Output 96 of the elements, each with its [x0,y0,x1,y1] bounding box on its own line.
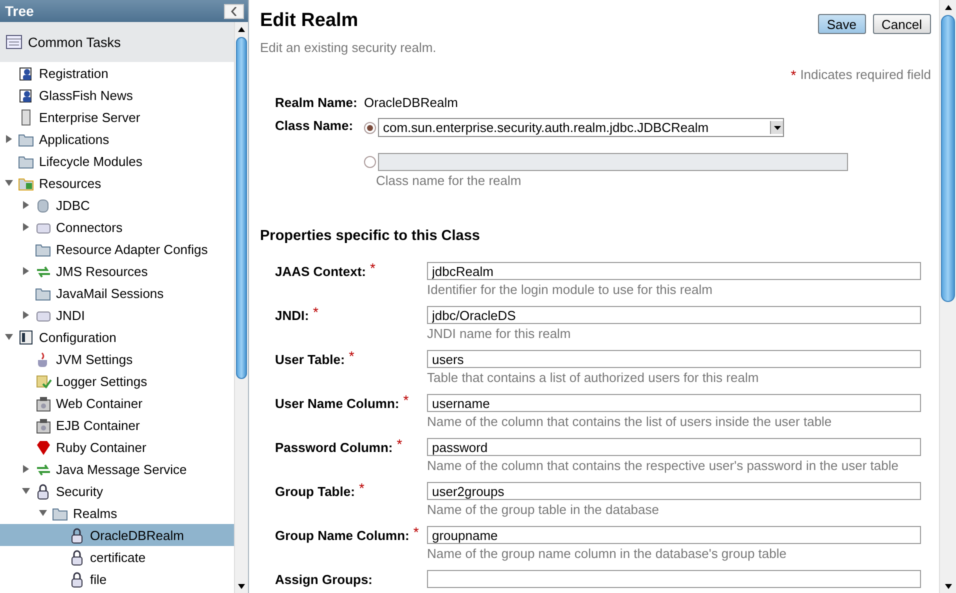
tree-title: Tree [5,3,34,19]
text-field[interactable]: jdbc/OracleDS [427,306,921,324]
tree-item[interactable]: JMS Resources [0,260,234,282]
cancel-button[interactable]: Cancel [872,14,931,34]
help-text: Table that contains a list of authorized users for this realm [427,370,760,385]
required-note: Indicates required field [800,67,931,83]
required-mark: * [396,436,402,454]
tree-item[interactable]: Ruby Container [0,436,234,458]
required-mark: * [413,524,419,542]
help-text: Class name for the realm [376,173,522,188]
collapsed-caret-icon[interactable] [21,201,31,209]
required-mark: * [790,67,796,83]
tree-item[interactable]: GlassFish News [0,84,234,106]
tree-item[interactable]: EJB Container [0,414,234,436]
required-mark: * [370,260,376,278]
field-label: JNDI: [275,308,309,325]
scroll-up-icon[interactable] [944,4,952,10]
container-icon [35,416,52,434]
collapsed-caret-icon[interactable] [4,135,14,143]
tree-item[interactable]: Realms [0,502,234,524]
field-label: User Table: [275,352,345,369]
collapsed-caret-icon[interactable] [21,465,31,473]
panel-icon [18,328,35,346]
text-field[interactable]: username [427,394,921,412]
help-text: Name of the group table in the database [427,502,660,517]
field-label: Realm Name: [275,95,358,110]
tree-item[interactable]: file [0,568,234,590]
help-text: Name of the column that contains the list of users inside the user table [427,414,833,429]
field-label: Assign Groups: [275,572,373,588]
scroll-down-icon[interactable] [238,584,245,588]
class-name-dropdown[interactable]: com.sun.enterprise.security.auth.realm.jdbc.JDBCRealm [378,118,784,137]
required-mark: * [348,348,354,366]
tree-item[interactable]: certificate [0,546,234,568]
page-scrollbar[interactable] [939,0,956,593]
collapse-button[interactable] [224,4,244,18]
tree-item[interactable]: Web Container [0,392,234,414]
tree-item[interactable]: Resource Adapter Configs [0,238,234,260]
page-subtitle: Edit an existing security realm. [260,40,438,55]
scroll-thumb[interactable] [941,15,955,302]
collapsed-caret-icon[interactable] [21,311,31,319]
tree-item[interactable]: JDBC [0,194,234,216]
container-icon [35,394,52,412]
text-field[interactable]: user2groups [427,482,921,500]
gem-icon [35,438,52,456]
tree-item[interactable]: Registration [0,62,234,84]
field-label: User Name Column: [275,396,400,413]
tree-item[interactable]: OracleDBRealm [0,524,234,546]
tree-item[interactable]: Lifecycle Modules [0,150,234,172]
scroll-down-icon[interactable] [944,584,952,588]
realm-name-value: OracleDBRealm [364,95,459,110]
scroll-icon [35,372,52,390]
field-label: Class Name: [275,118,354,133]
text-field[interactable]: password [427,438,921,456]
caret-icon [774,126,780,130]
collapsed-caret-icon[interactable] [21,223,31,231]
common-tasks-item[interactable]: Common Tasks [0,22,234,62]
tree-item[interactable]: JavaMail Sessions [0,282,234,304]
help-text: Name of the column that contains the respective user's password in the user table [427,458,900,473]
chevron-left-icon [231,6,237,16]
expanded-caret-icon[interactable] [21,487,31,495]
field-label: JAAS Context: [275,264,366,281]
save-button[interactable]: Save [818,14,866,34]
required-mark: * [312,304,318,322]
table-icon [6,35,22,49]
tree-item[interactable]: Enterprise Server [0,106,234,128]
expanded-caret-icon[interactable] [4,333,14,341]
collapsed-caret-icon[interactable] [21,267,31,275]
tree-item[interactable]: JVM Settings [0,348,234,370]
scroll-up-icon[interactable] [238,26,245,32]
tree-item[interactable]: JNDI [0,304,234,326]
page-title: Edit Realm [260,10,358,32]
text-field[interactable] [427,570,921,588]
expanded-caret-icon[interactable] [38,509,48,517]
tree-item[interactable]: Resources [0,172,234,194]
field-label: Password Column: [275,440,393,457]
text-field[interactable]: jdbcRealm [427,262,921,280]
help-text: Name of the group name column in the database's group table [427,546,788,561]
tree-item[interactable]: Connectors [0,216,234,238]
tree-item[interactable]: Applications [0,128,234,150]
text-field[interactable]: users [427,350,921,368]
radio-button[interactable] [364,122,376,134]
tree-item[interactable]: Security [0,480,234,502]
required-mark: * [403,392,409,410]
required-mark: * [358,480,364,498]
tree-scrollbar[interactable] [234,22,248,593]
help-text: JNDI name for this realm [427,326,572,341]
scroll-thumb[interactable] [236,37,247,379]
section-title: Properties specific to this Class [260,228,481,244]
field-label: Group Name Column: [275,528,410,545]
help-text: Identifier for the login module to use for this realm [427,282,714,297]
expanded-caret-icon[interactable] [4,179,14,187]
text-field[interactable]: groupname [427,526,921,544]
tree-item[interactable]: Logger Settings [0,370,234,392]
field-label: Group Table: [275,484,355,501]
tree-item[interactable]: Configuration [0,326,234,348]
tree-item[interactable]: Java Message Service [0,458,234,480]
